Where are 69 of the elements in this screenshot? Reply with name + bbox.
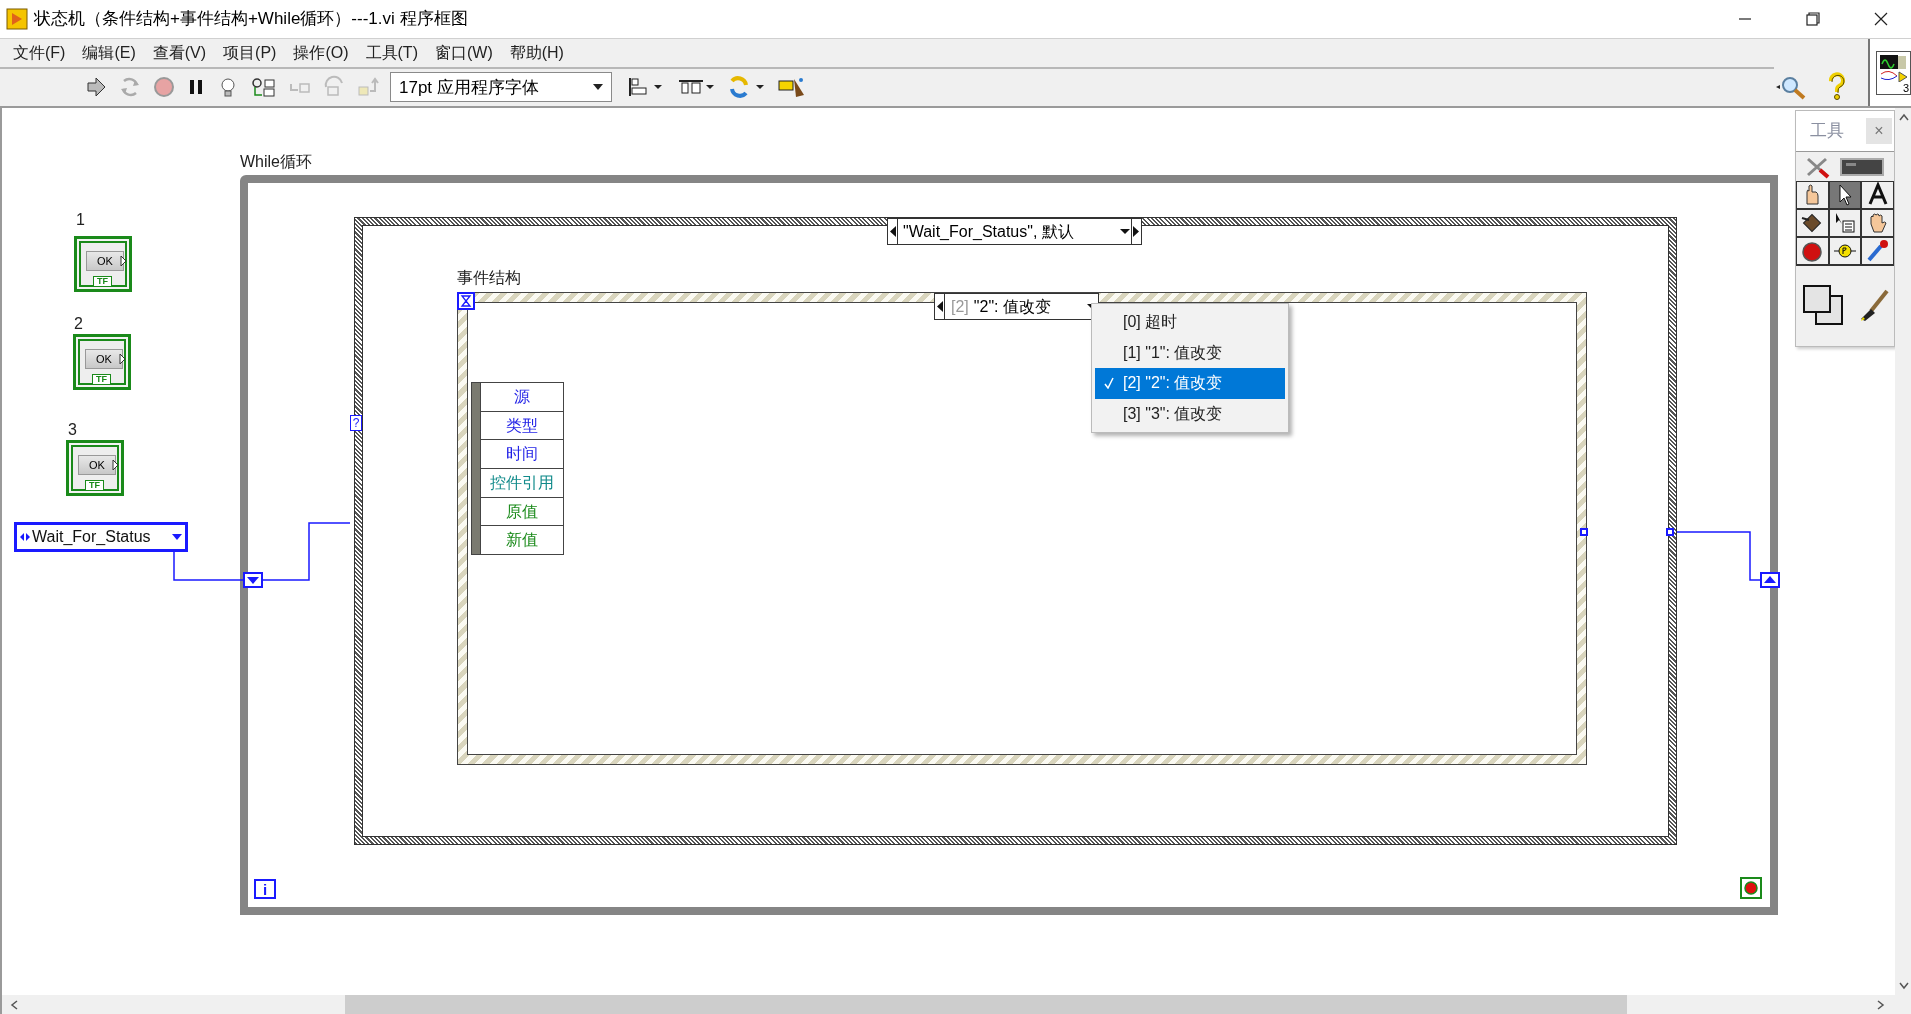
type-label: TF xyxy=(85,480,104,491)
boolean-control-terminal[interactable]: OK TF xyxy=(74,236,132,292)
palette-close-button[interactable]: × xyxy=(1866,118,1892,144)
scroll-up-icon[interactable] xyxy=(1899,113,1909,121)
boolean-control-terminal[interactable]: OK TF xyxy=(66,440,124,496)
menu-item[interactable]: 编辑(E) xyxy=(75,40,143,65)
ok-button-face: OK xyxy=(86,251,124,271)
menu-item[interactable]: 文件(F) xyxy=(6,40,73,65)
output-arrow-icon xyxy=(112,459,119,471)
case-selector[interactable]: "Wait_For_Status", 默认 xyxy=(887,218,1142,245)
output-arrow-icon xyxy=(119,353,126,365)
event-selector-label: "2": 值改变 xyxy=(972,297,1052,317)
scroll-left-icon[interactable] xyxy=(10,999,18,1010)
type-label: TF xyxy=(93,276,112,287)
scrollbar-thumb[interactable] xyxy=(345,995,1627,1014)
control-label: 2 xyxy=(74,314,83,334)
font-dropdown-text: 17pt 应用程序字体 xyxy=(399,76,539,99)
dropdown-caret-icon xyxy=(593,84,603,91)
probe-data-icon[interactable] xyxy=(250,75,278,100)
decrement-arrow-icon[interactable] xyxy=(935,294,945,319)
iteration-terminal: i xyxy=(254,879,276,899)
increment-arrows-icon xyxy=(20,533,30,541)
help-icon[interactable] xyxy=(1826,72,1848,100)
ok-button-face: OK xyxy=(78,455,116,475)
menu-item[interactable]: 项目(P) xyxy=(216,40,284,65)
menu-item[interactable]: 帮助(H) xyxy=(502,40,571,65)
event-selector[interactable]: [2] "2": 值改变 xyxy=(934,293,1099,320)
checkmark-icon xyxy=(1104,377,1114,390)
decrement-arrow-icon[interactable] xyxy=(888,219,898,244)
hourglass-icon xyxy=(457,292,475,310)
event-index: [2] xyxy=(950,297,969,317)
menu-option[interactable]: [3] "3": 值改变 xyxy=(1095,398,1285,429)
waveform-icon xyxy=(1879,53,1907,82)
ok-button-face: OK xyxy=(85,349,123,369)
stop-terminal-icon xyxy=(1740,877,1762,899)
scroll-down-icon[interactable] xyxy=(1899,982,1909,990)
output-arrow-icon xyxy=(120,255,127,267)
menu-item[interactable]: 查看(V) xyxy=(145,40,214,65)
selector-terminal: ? xyxy=(350,415,362,431)
font-dropdown[interactable]: 17pt 应用程序字体 xyxy=(390,72,612,103)
vi-icon[interactable]: 3 xyxy=(1876,50,1911,95)
tool-indicator-icon xyxy=(1840,157,1884,176)
menu-option[interactable]: [2] "2": 值改变 xyxy=(1095,368,1285,399)
node-resize-handle[interactable] xyxy=(472,383,481,554)
window-title: 状态机（条件结构+事件结构+While循环）---1.vi 程序框图 xyxy=(34,8,468,31)
set-color-tool-icon[interactable] xyxy=(1801,284,1846,328)
palette-title: 工具 xyxy=(1810,120,1844,143)
menu-item[interactable]: 操作(O) xyxy=(286,40,356,65)
search-icon[interactable] xyxy=(1774,74,1808,100)
loop-label: While循环 xyxy=(240,152,312,172)
connector-count: 3 xyxy=(1902,82,1909,94)
scroll-right-icon[interactable] xyxy=(1877,999,1885,1010)
horizontal-scrollbar[interactable] xyxy=(2,995,1911,1014)
increment-arrow-icon[interactable] xyxy=(1131,219,1141,244)
menu-item[interactable]: 窗口(W) xyxy=(427,40,500,65)
app-icon xyxy=(6,8,28,30)
menu-item[interactable]: 工具(T) xyxy=(358,40,425,65)
boolean-control-terminal[interactable]: OK TF xyxy=(73,334,131,390)
enum-value: Wait_For_Status xyxy=(31,529,152,545)
menu-option[interactable]: [1] "1": 值改变 xyxy=(1095,337,1285,368)
control-label: 3 xyxy=(68,420,77,440)
case-selector-label: "Wait_For_Status", 默认 xyxy=(902,222,1075,242)
dropdown-caret-icon xyxy=(172,534,182,540)
control-label: 1 xyxy=(76,210,85,230)
structure-label: 事件结构 xyxy=(457,268,521,288)
tunnel xyxy=(1580,528,1588,536)
enum-constant[interactable]: Wait_For_Status xyxy=(14,522,188,552)
vertical-scrollbar[interactable] xyxy=(1895,108,1911,995)
type-label: TF xyxy=(92,374,111,385)
